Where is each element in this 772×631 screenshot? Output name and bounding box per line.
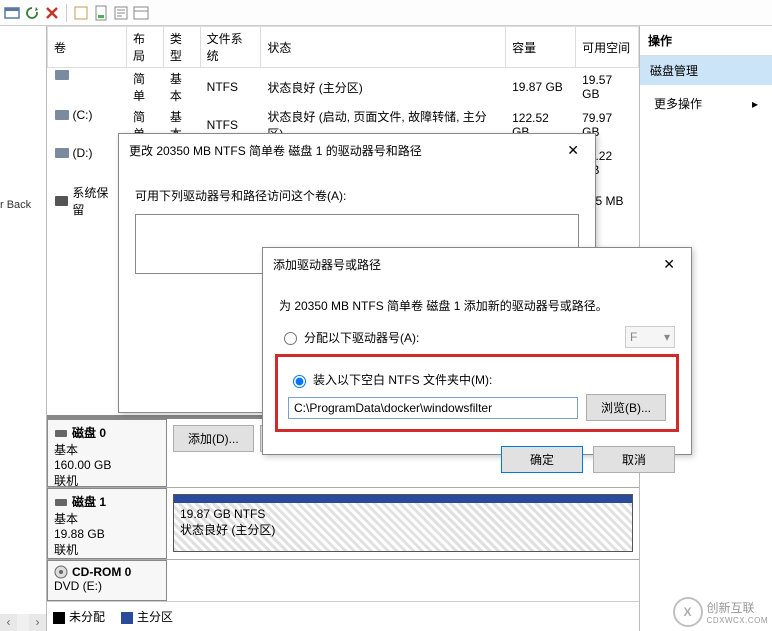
actions-more[interactable]: 更多操作 ▸ bbox=[640, 85, 772, 122]
refresh-icon[interactable] bbox=[24, 5, 40, 21]
chevron-right-icon: ▸ bbox=[752, 97, 758, 111]
cdrom-label[interactable]: CD-ROM 0 DVD (E:) bbox=[47, 560, 167, 601]
properties-icon[interactable] bbox=[113, 5, 129, 21]
close-icon[interactable]: ✕ bbox=[561, 142, 585, 159]
list-icon[interactable] bbox=[133, 5, 149, 21]
dlg1-hint: 可用下列驱动器号和路径访问这个卷(A): bbox=[135, 187, 579, 204]
mount-folder-row[interactable]: 装入以下空白 NTFS 文件夹中(M): bbox=[288, 371, 666, 388]
left-item-label[interactable]: r Back bbox=[0, 199, 31, 211]
volume-icon bbox=[55, 110, 69, 120]
disk-icon bbox=[54, 426, 68, 440]
assign-letter-row[interactable]: 分配以下驱动器号(A): F▾ bbox=[279, 326, 675, 348]
volume-icon bbox=[55, 196, 69, 206]
cell-layout: 简单 bbox=[127, 68, 164, 107]
ok-button[interactable]: 确定 bbox=[501, 446, 583, 473]
more-label: 更多操作 bbox=[654, 95, 702, 112]
disk1-title: 磁盘 1 bbox=[72, 493, 106, 510]
dlg1-titlebar: 更改 20350 MB NTFS 简单卷 磁盘 1 的驱动器号和路径 ✕ bbox=[119, 134, 595, 167]
col-type[interactable]: 类型 bbox=[163, 27, 200, 68]
disk-panel-1: 磁盘 1 基本 19.88 GB 联机 19.87 GB NTFS 状态良好 (… bbox=[47, 487, 639, 559]
actions-header: 操作 bbox=[640, 26, 772, 56]
col-capacity[interactable]: 容量 bbox=[506, 27, 576, 68]
highlighted-region: 装入以下空白 NTFS 文件夹中(M): 浏览(B)... bbox=[275, 354, 679, 432]
partition-size: 19.87 GB NTFS bbox=[180, 507, 626, 521]
table-row[interactable]: 简单基本NTFS状态良好 (主分区)19.87 GB19.57 GB bbox=[48, 68, 639, 107]
cell-type: 基本 bbox=[163, 68, 200, 107]
chevron-down-icon: ▾ bbox=[664, 330, 670, 344]
separator bbox=[66, 4, 67, 22]
cdrom-icon bbox=[54, 565, 68, 579]
disk0-label[interactable]: 磁盘 0 基本 160.00 GB 联机 bbox=[47, 419, 167, 487]
volume-name: 系统保留 bbox=[72, 184, 120, 218]
left-navigation: r Back ‹› bbox=[0, 26, 47, 631]
volume-name: (C:) bbox=[73, 108, 93, 122]
col-status[interactable]: 状态 bbox=[261, 27, 506, 68]
browse-button[interactable]: 浏览(B)... bbox=[586, 394, 666, 421]
window-icon[interactable] bbox=[4, 5, 20, 21]
disk-icon bbox=[54, 495, 68, 509]
cell-fs: NTFS bbox=[200, 68, 261, 107]
legend-primary: 主分区 bbox=[121, 608, 173, 625]
cdrom-body bbox=[167, 560, 639, 601]
dlg2-titlebar: 添加驱动器号或路径 ✕ bbox=[263, 248, 691, 281]
assign-letter-radio[interactable] bbox=[284, 332, 297, 345]
cdrom-panel: CD-ROM 0 DVD (E:) bbox=[47, 559, 639, 601]
volume-name: (D:) bbox=[73, 146, 93, 160]
cancel-button[interactable]: 取消 bbox=[593, 446, 675, 473]
toolbar bbox=[0, 0, 772, 26]
col-free[interactable]: 可用空间 bbox=[576, 27, 639, 68]
watermark: X 创新互联 CDXWCX.COM bbox=[673, 597, 768, 627]
cell-free: 19.57 GB bbox=[576, 68, 639, 107]
cell-capacity: 19.87 GB bbox=[506, 68, 576, 107]
partition-box[interactable]: 19.87 GB NTFS 状态良好 (主分区) bbox=[173, 494, 633, 552]
mount-folder-radio[interactable] bbox=[293, 375, 306, 388]
volume-icon bbox=[55, 70, 69, 80]
volume-icon bbox=[55, 148, 69, 158]
disk0-size: 160.00 GB bbox=[54, 458, 160, 472]
close-icon[interactable]: ✕ bbox=[657, 256, 681, 273]
legend-unalloc: 未分配 bbox=[53, 608, 105, 625]
disk0-type: 基本 bbox=[54, 441, 160, 458]
disk1-body: 19.87 GB NTFS 状态良好 (主分区) bbox=[167, 488, 639, 559]
col-layout[interactable]: 布局 bbox=[127, 27, 164, 68]
actions-dm[interactable]: 磁盘管理 bbox=[640, 56, 772, 85]
disk1-type: 基本 bbox=[54, 510, 160, 527]
horizontal-scrollbar[interactable]: ‹› bbox=[0, 614, 46, 631]
add-drive-letter-dialog: 添加驱动器号或路径 ✕ 为 20350 MB NTFS 简单卷 磁盘 1 添加新… bbox=[262, 247, 692, 455]
legend: 未分配 主分区 bbox=[47, 601, 639, 631]
dlg1-title: 更改 20350 MB NTFS 简单卷 磁盘 1 的驱动器号和路径 bbox=[129, 142, 422, 159]
page-icon[interactable] bbox=[93, 5, 109, 21]
cdrom-title: CD-ROM 0 bbox=[72, 565, 131, 579]
add-button[interactable]: 添加(D)... bbox=[173, 425, 254, 452]
mount-path-input[interactable] bbox=[288, 397, 578, 419]
blank-icon[interactable] bbox=[73, 5, 89, 21]
col-fs[interactable]: 文件系统 bbox=[200, 27, 261, 68]
delete-icon[interactable] bbox=[44, 5, 60, 21]
disk1-state: 联机 bbox=[54, 541, 160, 558]
assign-letter-label: 分配以下驱动器号(A): bbox=[304, 329, 419, 346]
watermark-logo: X bbox=[673, 597, 703, 627]
dlg2-message: 为 20350 MB NTFS 简单卷 磁盘 1 添加新的驱动器号或路径。 bbox=[279, 297, 675, 314]
watermark-text: 创新互联 bbox=[707, 599, 768, 616]
watermark-sub: CDXWCX.COM bbox=[707, 616, 768, 625]
drive-letter-combo[interactable]: F▾ bbox=[625, 326, 675, 348]
cell-status: 状态良好 (主分区) bbox=[261, 68, 506, 107]
col-volume[interactable]: 卷 bbox=[48, 27, 127, 68]
disk1-label[interactable]: 磁盘 1 基本 19.88 GB 联机 bbox=[47, 488, 167, 559]
dlg2-title: 添加驱动器号或路径 bbox=[273, 256, 381, 273]
partition-status: 状态良好 (主分区) bbox=[180, 521, 626, 538]
table-header: 卷 布局 类型 文件系统 状态 容量 可用空间 bbox=[48, 27, 639, 68]
disk0-title: 磁盘 0 bbox=[72, 424, 106, 441]
cdrom-sub: DVD (E:) bbox=[54, 579, 160, 593]
mount-folder-label: 装入以下空白 NTFS 文件夹中(M): bbox=[313, 371, 492, 388]
disk1-size: 19.88 GB bbox=[54, 527, 160, 541]
